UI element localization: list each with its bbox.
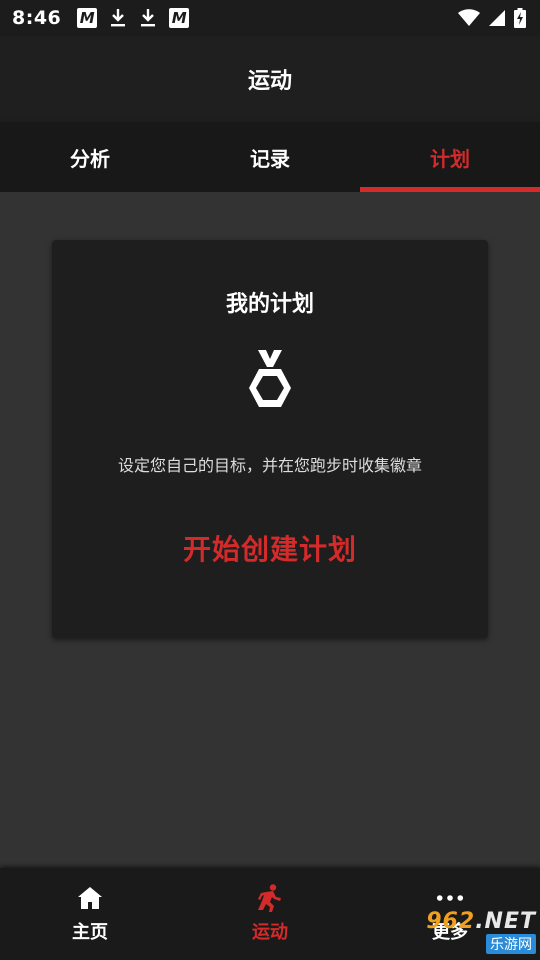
- card-description: 设定您自己的目标，并在您跑步时收集徽章: [117, 456, 422, 475]
- tab-analysis[interactable]: 分析: [0, 122, 180, 192]
- medal-icon: [249, 350, 291, 407]
- start-plan-button[interactable]: 开始创建计划: [183, 528, 357, 568]
- card-title: 我的计划: [225, 292, 314, 317]
- tab-plan[interactable]: 计划: [360, 122, 540, 192]
- main-content: 我的计划 设定您自己的目标，并在您跑步时收集徽章 开始创建计划: [0, 192, 540, 868]
- battery-charging-icon: [514, 8, 526, 28]
- system-icons: [458, 8, 526, 28]
- nav-item-workout[interactable]: 运动: [180, 868, 360, 960]
- m-app-icon: M: [169, 8, 190, 28]
- wifi-icon: [458, 9, 480, 27]
- signal-icon: [488, 9, 506, 27]
- nav-item-home[interactable]: 主页: [0, 868, 180, 960]
- notification-icons: M M: [77, 8, 190, 28]
- app-bar: 运动: [0, 36, 540, 122]
- tab-records[interactable]: 记录: [180, 122, 360, 192]
- bottom-nav: 主页 运动 更多: [0, 868, 540, 960]
- nav-label-home: 主页: [72, 922, 108, 943]
- tab-bar: 分析 记录 计划: [0, 122, 540, 192]
- page-title: 运动: [247, 69, 292, 94]
- status-time: 8:46: [12, 7, 62, 29]
- plan-card: 我的计划 设定您自己的目标，并在您跑步时收集徽章 开始创建计划: [52, 240, 488, 638]
- m-app-icon: M: [77, 8, 98, 28]
- status-bar: 8:46 M M: [0, 0, 540, 36]
- download-icon: [139, 8, 157, 28]
- more-icon: [436, 884, 464, 912]
- running-icon: [256, 884, 284, 912]
- nav-label-workout: 运动: [252, 922, 288, 943]
- download-icon: [109, 8, 127, 28]
- nav-item-more[interactable]: 更多: [360, 868, 540, 960]
- nav-label-more: 更多: [432, 922, 468, 943]
- home-icon: [76, 884, 104, 912]
